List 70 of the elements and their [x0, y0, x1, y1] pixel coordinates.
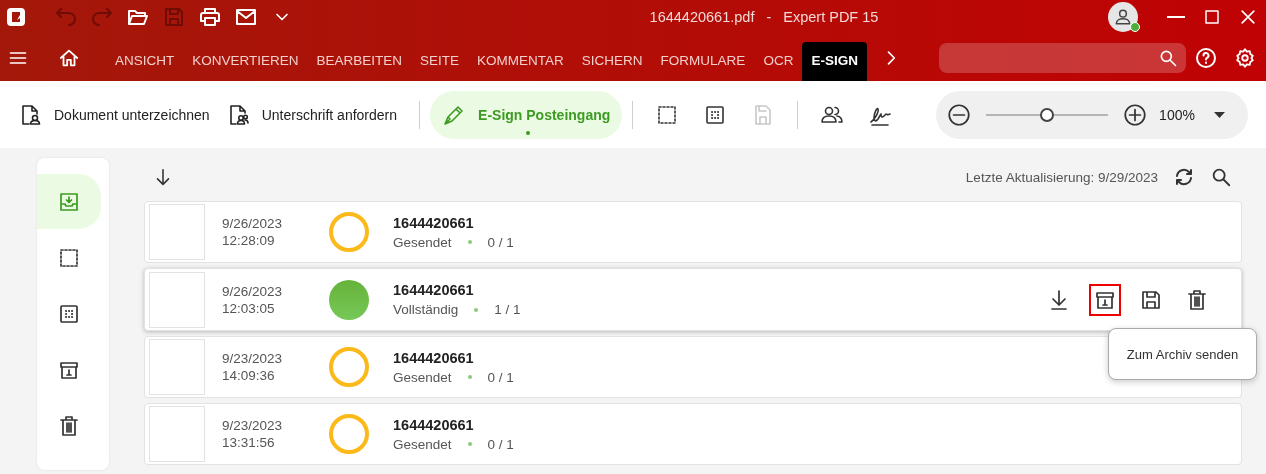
- menu-tab[interactable]: KOMMENTAR: [468, 42, 573, 81]
- user-icon: [1113, 7, 1133, 27]
- sent-time: 13:31:56: [222, 434, 276, 451]
- zoom-reading: 100%: [1158, 106, 1196, 123]
- document-person-button[interactable]: Dokument unterzeichnen: [14, 90, 222, 139]
- search-button[interactable]: [1210, 166, 1232, 188]
- sent-date: 9/23/2023: [222, 417, 284, 434]
- caret-icon: [1214, 111, 1225, 118]
- close-icon: [1238, 7, 1258, 27]
- document-name: 1644420661: [393, 282, 475, 298]
- document-name: 1644420661: [393, 416, 475, 433]
- document-row[interactable]: 9/26/2023 12:28:09 1644420661 Gesendet 0 / 1: [144, 201, 1242, 263]
- trash-icon: [1185, 287, 1209, 312]
- tooltip: Zum Archiv senden: [1108, 328, 1257, 380]
- zoom-slider[interactable]: [986, 107, 1108, 122]
- document-thumbnail: [149, 339, 205, 395]
- status-label: Gesendet: [393, 369, 452, 385]
- menu-tab[interactable]: SICHERN: [572, 42, 652, 81]
- signature-count: 1 / 1: [494, 302, 521, 317]
- app-name: Expert PDF 15: [783, 9, 879, 25]
- document-name: 1644420661: [393, 349, 475, 366]
- archive-box-button[interactable]: [1089, 283, 1121, 316]
- maximize-icon: [1203, 8, 1221, 26]
- title-separator: -: [766, 9, 772, 25]
- document-people-button[interactable]: Unterschrift anfordern: [221, 90, 410, 139]
- settings-icon: [1234, 46, 1256, 69]
- menu-tab[interactable]: ANSICHT: [106, 42, 184, 81]
- sent-date: 9/26/2023: [222, 215, 284, 232]
- status-label: Gesendet: [393, 436, 452, 452]
- file-name: 1644420661.pdf: [649, 9, 755, 25]
- sent-time: 12:03:05: [222, 299, 276, 317]
- zoom-in-button[interactable]: [1122, 101, 1148, 128]
- menu-tab[interactable]: KONVERTIEREN: [183, 42, 308, 81]
- sent-time: 14:09:36: [222, 367, 276, 384]
- signature-count: 0 / 1: [487, 369, 514, 385]
- undo-icon: [54, 5, 78, 29]
- slider-thumb[interactable]: [1040, 107, 1054, 122]
- pen-nib-button[interactable]: E-Sign Posteingang: [430, 90, 623, 139]
- document-thumbnail: [149, 406, 205, 462]
- menu-tab[interactable]: BEARBEITEN: [307, 42, 412, 81]
- signature-count: 0 / 1: [487, 436, 514, 452]
- menu-tab[interactable]: E-SIGN: [802, 42, 867, 81]
- trash-icon: [57, 413, 81, 438]
- document-row[interactable]: 9/23/2023 13:31:56 1644420661 Gesendet 0 / 1: [144, 403, 1242, 465]
- search-icon: [1210, 166, 1232, 188]
- search-field[interactable]: [938, 42, 1186, 73]
- last-update-text: Letzte Aktualisierung: 9/29/2023: [965, 169, 1158, 185]
- status-label: Gesendet: [393, 234, 452, 250]
- menu-tab[interactable]: FORMULARE: [651, 42, 755, 81]
- zoom-out-icon: [946, 101, 972, 128]
- save-icon: [162, 5, 186, 29]
- sent-date: 9/26/2023: [222, 282, 284, 300]
- zoom-in-icon: [1122, 101, 1148, 128]
- redo-icon: [90, 5, 114, 29]
- help-icon: [1194, 45, 1218, 70]
- document-name: 1644420661: [393, 214, 475, 231]
- document-thumbnail: [149, 271, 205, 328]
- minimize-icon: [1167, 16, 1185, 18]
- app-logo: [6, 7, 26, 27]
- document-thumbnail: [149, 204, 205, 260]
- status-label: Vollständig: [393, 302, 459, 317]
- account-button[interactable]: [1108, 2, 1138, 32]
- signature-count: 0 / 1: [487, 234, 514, 250]
- menu-tab[interactable]: SEITE: [411, 42, 469, 81]
- printer-icon: [198, 5, 222, 29]
- document-row[interactable]: 9/26/2023 12:03:05 1644420661 Vollständig 1 / 1: [144, 268, 1242, 331]
- sent-date: 9/23/2023: [222, 350, 284, 367]
- sent-time: 12:28:09: [222, 232, 276, 249]
- menu-tab[interactable]: OCR: [754, 42, 803, 81]
- zoom-out-button[interactable]: [946, 101, 972, 128]
